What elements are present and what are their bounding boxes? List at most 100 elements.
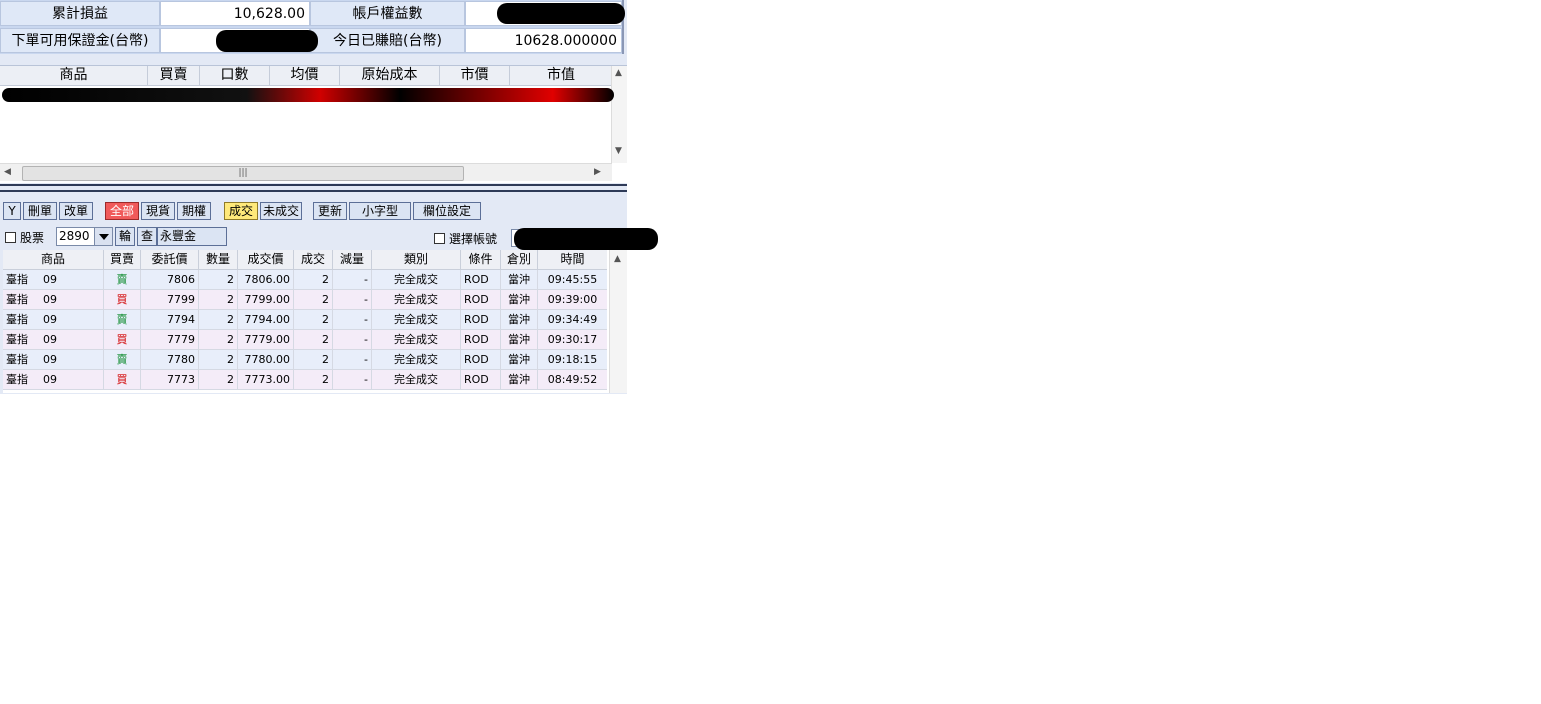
cell-month: 09	[40, 270, 104, 289]
ord-col-cond[interactable]: 條件	[461, 250, 501, 269]
positions-vertical-scrollbar[interactable]: ▲ ▼	[611, 66, 627, 163]
cell-cond: ROD	[461, 310, 501, 329]
cell-fill-price: 7773.00	[238, 370, 294, 389]
margin-label: 下單可用保證金(台幣)	[0, 28, 160, 53]
cell-filled: 2	[294, 370, 333, 389]
filter-all-button[interactable]: 全部	[105, 202, 139, 220]
cell-month: 09	[40, 370, 104, 389]
cell-pos: 當沖	[501, 270, 538, 289]
cell-reduced: -	[333, 350, 372, 369]
stock-label: 股票	[20, 231, 45, 245]
query-button[interactable]: 查	[137, 227, 157, 246]
equity-label: 帳戶權益數	[310, 1, 465, 26]
cell-product: 臺指	[6, 313, 28, 326]
cell-cond: ROD	[461, 350, 501, 369]
cell-product: 臺指	[6, 293, 28, 306]
cell-time: 09:45:55	[547, 273, 598, 286]
refresh-button[interactable]: 更新	[313, 202, 347, 220]
ord-col-side[interactable]: 買賣	[104, 250, 141, 269]
cell-reduced: -	[333, 270, 372, 289]
table-row[interactable]: 臺指 09 賣 7806 2 7806.00 2 - 完全成交 ROD 當沖 0…	[3, 270, 607, 290]
cell-qty: 2	[199, 270, 238, 289]
ord-col-product[interactable]: 商品	[3, 250, 104, 269]
cell-pos: 當沖	[501, 290, 538, 309]
pos-col-avg[interactable]: 均價	[270, 66, 340, 85]
today-pnl-label: 今日已賺賠(台幣)	[310, 28, 465, 53]
cell-month: 09	[40, 290, 104, 309]
cell-reduced: -	[333, 290, 372, 309]
scroll-down-icon[interactable]: ▼	[615, 146, 622, 156]
orders-vertical-scrollbar[interactable]: ▲	[609, 250, 627, 393]
cell-side: 賣	[104, 310, 141, 329]
ord-col-filled[interactable]: 成交	[294, 250, 333, 269]
cell-qty: 2	[199, 290, 238, 309]
table-row[interactable]: 臺指 09 買 7779 2 7779.00 2 - 完全成交 ROD 當沖 0…	[3, 330, 607, 350]
cell-product: 臺指	[6, 353, 28, 366]
cell-month: 09	[40, 310, 104, 329]
cum-pnl-label: 累計損益	[0, 1, 160, 26]
stock-checkbox[interactable]	[5, 232, 16, 243]
filter-spot-button[interactable]: 現貨	[141, 202, 175, 220]
cell-product: 臺指	[6, 373, 28, 386]
scroll-up-icon[interactable]: ▲	[615, 68, 622, 78]
cell-filled: 2	[294, 330, 333, 349]
delete-order-button[interactable]: 刪單	[23, 202, 57, 220]
ord-col-price[interactable]: 委託價	[141, 250, 199, 269]
cell-time: 09:34:49	[547, 313, 598, 326]
pos-col-lots[interactable]: 口數	[200, 66, 270, 85]
ord-col-fill-price[interactable]: 成交價	[238, 250, 294, 269]
scroll-right-icon[interactable]: ▶	[594, 167, 601, 177]
pos-col-value[interactable]: 市值	[510, 66, 612, 85]
small-font-button[interactable]: 小字型	[349, 202, 411, 220]
cell-qty: 2	[199, 310, 238, 329]
pos-col-cost[interactable]: 原始成本	[340, 66, 440, 85]
cell-price: 7799	[141, 290, 199, 309]
cell-fill-price: 7799.00	[238, 290, 294, 309]
cell-side: 買	[104, 330, 141, 349]
cell-filled: 2	[294, 270, 333, 289]
cell-reduced: -	[333, 330, 372, 349]
scroll-thumb[interactable]: |||	[22, 166, 464, 181]
filter-filled-button[interactable]: 成交	[224, 202, 258, 220]
column-settings-button[interactable]: 欄位設定	[413, 202, 481, 220]
redaction-mark	[514, 228, 658, 250]
rotate-button[interactable]: 輪	[115, 227, 135, 246]
table-row[interactable]: 臺指 09 賣 7794 2 7794.00 2 - 完全成交 ROD 當沖 0…	[3, 310, 607, 330]
filter-futures-button[interactable]: 期權	[177, 202, 211, 220]
cell-type: 完全成交	[372, 370, 461, 389]
cell-side: 買	[104, 370, 141, 389]
y-button[interactable]: Y	[3, 202, 21, 220]
select-account-checkbox[interactable]	[434, 233, 445, 244]
cell-pos: 當沖	[501, 330, 538, 349]
positions-horizontal-scrollbar[interactable]: ◀ ||| ▶	[0, 163, 612, 181]
trading-panel: 累計損益 10,628.00 帳戶權益數 下單可用保證金(台幣) 今日已賺賠(台…	[0, 0, 627, 394]
cell-type: 完全成交	[372, 290, 461, 309]
ord-col-time[interactable]: 時間	[538, 250, 607, 269]
scroll-left-icon[interactable]: ◀	[4, 167, 11, 177]
modify-order-button[interactable]: 改單	[59, 202, 93, 220]
select-account-label: 選擇帳號	[449, 232, 498, 246]
filter-unfilled-button[interactable]: 未成交	[260, 202, 302, 220]
today-pnl-value: 10628.000000	[465, 28, 622, 53]
table-row[interactable]: 臺指 09 買 7799 2 7799.00 2 - 完全成交 ROD 當沖 0…	[3, 290, 607, 310]
cell-side: 買	[104, 290, 141, 309]
cell-type: 完全成交	[372, 310, 461, 329]
cell-price: 7806	[141, 270, 199, 289]
cell-time: 09:18:15	[547, 353, 598, 366]
ord-col-reduced[interactable]: 減量	[333, 250, 372, 269]
cell-month: 09	[40, 330, 104, 349]
chevron-down-icon[interactable]	[94, 228, 112, 245]
cell-price: 7779	[141, 330, 199, 349]
table-row[interactable]: 臺指 09 賣 7780 2 7780.00 2 - 完全成交 ROD 當沖 0…	[3, 350, 607, 370]
ord-col-qty[interactable]: 數量	[199, 250, 238, 269]
pos-col-product[interactable]: 商品	[0, 66, 148, 85]
ord-col-type[interactable]: 類別	[372, 250, 461, 269]
divider	[0, 190, 627, 192]
pos-col-side[interactable]: 買賣	[148, 66, 200, 85]
cell-time: 09:39:00	[547, 293, 598, 306]
table-row[interactable]: 臺指 09 買 7773 2 7773.00 2 - 完全成交 ROD 當沖 0…	[3, 370, 607, 390]
ord-col-pos[interactable]: 倉別	[501, 250, 538, 269]
cell-price: 7773	[141, 370, 199, 389]
pos-col-market[interactable]: 市價	[440, 66, 510, 85]
scroll-up-icon[interactable]: ▲	[614, 254, 621, 264]
